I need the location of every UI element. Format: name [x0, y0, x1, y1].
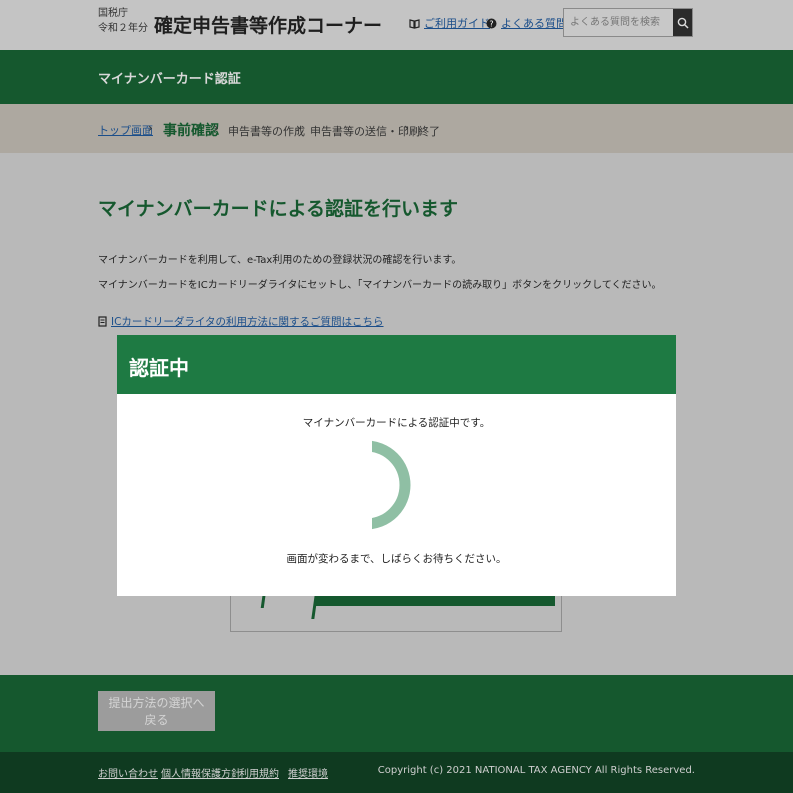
- search-icon: [677, 17, 689, 29]
- faq-link[interactable]: ? よくある質問: [486, 15, 567, 31]
- footer-link-privacy[interactable]: 個人情報保護方針: [161, 765, 241, 780]
- breadcrumb-separator: ›: [404, 121, 409, 135]
- wait-message: 画面が変わるまで、しばらくお待ちください。: [286, 553, 507, 565]
- copyright-text: Copyright (c) 2021 NATIONAL TAX AGENCY A…: [377, 765, 695, 776]
- breadcrumb-step: 終了: [418, 125, 440, 138]
- authentication-modal: 認証中 マイナンバーカードによる認証中です。 画面が変わるまで、しばらくお待ちく…: [117, 335, 676, 596]
- footer-link-contact[interactable]: お問い合わせ: [98, 765, 158, 780]
- search-button[interactable]: [673, 9, 692, 36]
- breadcrumb-top[interactable]: トップ画面: [98, 122, 153, 138]
- ic-reader-help-link[interactable]: ICカードリーダライタの利用方法に関するご質問はこちら: [98, 314, 384, 329]
- modal-title: 認証中: [129, 356, 189, 380]
- footer-link-environment[interactable]: 推奨環境: [288, 765, 328, 780]
- breadcrumb-separator: ›: [214, 121, 219, 135]
- breadcrumb: トップ画面 › 事前確認 › 申告書等の作成 › 申告書等の送信・印刷 › 終了: [0, 104, 793, 153]
- breadcrumb-separator: ›: [296, 121, 301, 135]
- page-title: マイナンバーカードによる認証を行います: [98, 198, 459, 220]
- modal-header: 認証中: [117, 335, 676, 394]
- description-text: マイナンバーカードを利用して、e-Tax利用のための登録状況の確認を行います。: [98, 255, 462, 266]
- site-footer: お問い合わせ 個人情報保護方針 利用規約 推奨環境 Copyright (c) …: [0, 752, 793, 793]
- section-title: マイナンバーカード認証: [98, 72, 241, 87]
- breadcrumb-current: 事前確認: [163, 123, 219, 139]
- breadcrumb-separator: ›: [148, 121, 153, 135]
- site-header: 国税庁 令和２年分 確定申告書等作成コーナー ご利用ガイド ? よくある質問: [0, 0, 793, 50]
- search-input[interactable]: [564, 9, 674, 36]
- document-icon: [98, 316, 107, 327]
- loading-spinner-icon: [372, 440, 411, 530]
- back-to-submission-method-button[interactable]: 提出方法の選択へ戻る: [98, 691, 215, 731]
- svg-text:?: ?: [489, 19, 493, 28]
- usage-guide-link[interactable]: ご利用ガイド: [409, 15, 490, 31]
- instruction-text: マイナンバーカードをICカードリーダライタにセットし、「マイナンバーカードの読み…: [98, 280, 662, 291]
- book-icon: [409, 18, 420, 29]
- question-icon: ?: [486, 18, 497, 28]
- agency-label: 国税庁 令和２年分: [98, 8, 148, 34]
- search-box: [563, 8, 693, 37]
- section-bar: マイナンバーカード認証: [0, 50, 793, 104]
- authenticating-message: マイナンバーカードによる認証中です。: [302, 417, 491, 429]
- footer-link-terms[interactable]: 利用規約: [239, 765, 279, 780]
- site-title[interactable]: 確定申告書等作成コーナー: [154, 11, 382, 38]
- breadcrumb-step: 申告書等の作成: [228, 125, 305, 138]
